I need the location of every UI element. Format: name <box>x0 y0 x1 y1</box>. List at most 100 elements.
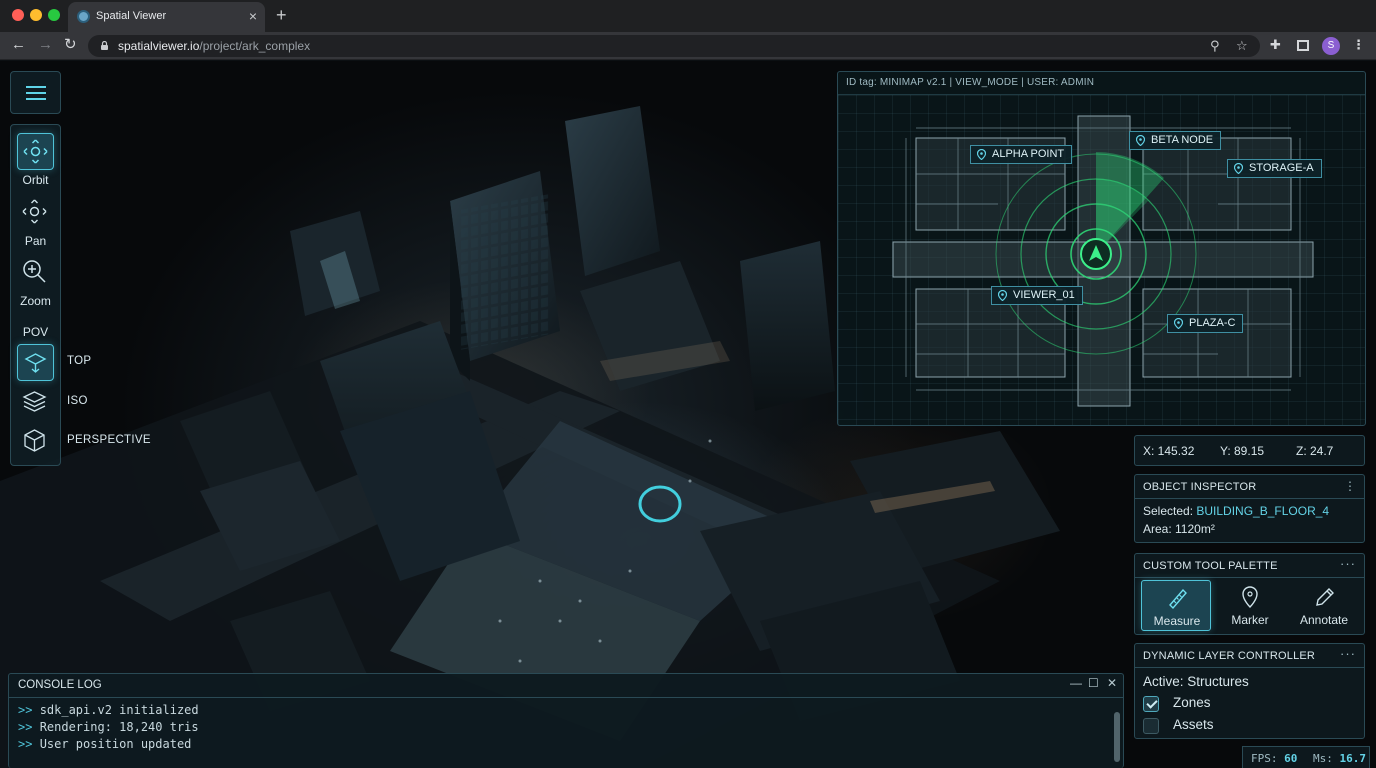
maximize-window-button[interactable] <box>48 9 60 21</box>
map-pin-icon <box>977 149 986 160</box>
marker-tool-button[interactable]: Marker <box>1215 580 1285 631</box>
console-log-panel: CONSOLE LOG — ☐ ✕ >> sdk_api.v2 initiali… <box>8 673 1124 768</box>
layers-icon <box>22 391 47 412</box>
console-maximize-icon[interactable]: ☐ <box>1088 676 1099 690</box>
annotate-label: Annotate <box>1299 613 1349 627</box>
coord-y: Y: 89.15 <box>1220 444 1265 458</box>
palette-more-icon[interactable]: ··· <box>1340 556 1356 571</box>
object-inspector-panel: OBJECT INSPECTOR ⋮ Selected: BUILDING_B_… <box>1134 474 1365 543</box>
layers-title: DYNAMIC LAYER CONTROLLER <box>1143 650 1316 662</box>
cube-icon <box>24 429 45 452</box>
orbit-tool-label: Orbit <box>22 173 49 187</box>
zoom-tool-label: Zoom <box>20 294 51 308</box>
console-line-text: sdk_api.v2 initialized <box>39 703 199 717</box>
minimap-marker-beta-node[interactable]: BETA NODE <box>1129 131 1222 150</box>
perspective-view-button[interactable] <box>17 423 54 460</box>
browser-toolbar: ← → ↻ spatialviewer.io/project/ark_compl… <box>0 32 1376 60</box>
console-line: >> User position updated <box>18 736 199 753</box>
map-pin-icon <box>998 290 1007 301</box>
bookmark-star-icon[interactable]: ☆ <box>1236 38 1248 54</box>
fps-label: FPS: <box>1251 752 1278 765</box>
selected-object-value: BUILDING_B_FLOOR_4 <box>1196 504 1330 518</box>
browser-tab-bar: Spatial Viewer × + <box>0 0 1376 32</box>
minimap-marker-viewer-01[interactable]: VIEWER_01 <box>991 286 1083 305</box>
pov-top-label[interactable]: TOP <box>67 355 91 367</box>
console-minimize-icon[interactable]: — <box>1070 676 1082 690</box>
minimap-marker-storage-a[interactable]: STORAGE-A <box>1227 159 1322 178</box>
inspector-menu-icon[interactable]: ⋮ <box>1344 479 1356 493</box>
reload-icon[interactable]: ↻ <box>64 36 77 54</box>
pencil-icon <box>1316 588 1334 606</box>
console-line: >> Rendering: 18,240 tris <box>18 719 199 736</box>
divider <box>1135 667 1364 668</box>
side-panel-icon[interactable] <box>1297 40 1309 51</box>
measure-tool-button[interactable]: Measure <box>1141 580 1211 631</box>
top-view-icon <box>24 353 47 373</box>
minimap-floorplan <box>892 115 1314 407</box>
top-view-button[interactable] <box>17 344 54 381</box>
inspector-selected-row: Selected: BUILDING_B_FLOOR_4 <box>1143 504 1329 518</box>
ruler-icon <box>1169 588 1187 610</box>
console-prompt: >> <box>18 703 33 717</box>
annotate-tool-button[interactable]: Annotate <box>1289 580 1359 631</box>
iso-view-button[interactable] <box>17 384 54 421</box>
map-pin-icon <box>1242 586 1258 608</box>
assets-checkbox[interactable] <box>1143 718 1159 734</box>
zoom-lens-icon[interactable]: ⚲ <box>1210 38 1220 54</box>
zones-checkbox[interactable] <box>1143 696 1159 712</box>
new-tab-button[interactable]: + <box>276 4 287 26</box>
main-menu-button[interactable] <box>10 71 61 114</box>
coord-z: Z: 24.7 <box>1296 444 1334 458</box>
pan-tool-label: Pan <box>24 234 47 248</box>
custom-tool-palette-panel: CUSTOM TOOL PALETTE ··· Measure Marker A… <box>1134 553 1365 635</box>
fps-value: 60 <box>1284 752 1298 765</box>
marker-label: Marker <box>1231 613 1269 627</box>
minimap-marker-plaza-c[interactable]: PLAZA-C <box>1167 314 1244 333</box>
console-line-text: Rendering: 18,240 tris <box>39 720 199 734</box>
browser-tab[interactable]: Spatial Viewer × <box>68 2 265 32</box>
divider <box>1135 498 1364 499</box>
navigation-tool-rail: Orbit Pan Zoom POV <box>10 124 61 466</box>
pan-tool-button[interactable] <box>17 194 54 231</box>
back-arrow-icon[interactable]: ← <box>11 36 26 54</box>
pov-iso-label[interactable]: ISO <box>67 395 88 407</box>
zoom-icon <box>23 260 46 283</box>
ms-value: 16.7 <box>1339 752 1367 765</box>
close-window-button[interactable] <box>12 9 24 21</box>
url-host: spatialviewer.io <box>118 39 200 53</box>
extensions-puzzle-icon[interactable]: ✚ <box>1270 37 1281 53</box>
console-close-icon[interactable]: ✕ <box>1107 676 1117 690</box>
measure-label: Measure <box>1153 614 1201 628</box>
address-bar[interactable]: spatialviewer.io/project/ark_complex ⚲ ☆ <box>88 35 1260 57</box>
kebab-menu-icon[interactable]: ⋮ <box>1352 37 1365 53</box>
minimap-marker-alpha-point[interactable]: ALPHA POINT <box>970 145 1073 164</box>
tab-close-icon[interactable]: × <box>249 7 257 25</box>
map-pin-icon <box>1174 318 1183 329</box>
selected-label: Selected: <box>1143 504 1197 518</box>
performance-stats: FPS: 60 Ms: 16.7 <box>1242 746 1370 768</box>
minimap-header: ID tag: MINIMAP v2.1 | VIEW_MODE | USER:… <box>846 77 1095 88</box>
inspector-area: Area: 1120m² <box>1143 522 1215 536</box>
ms-label: Ms: <box>1313 752 1333 765</box>
divider <box>1135 577 1364 578</box>
pov-perspective-label[interactable]: PERSPECTIVE <box>67 434 151 446</box>
minimize-window-button[interactable] <box>30 9 42 21</box>
marker-label: VIEWER_01 <box>1013 289 1075 301</box>
console-prompt: >> <box>18 737 33 751</box>
orbit-icon <box>23 139 48 164</box>
profile-avatar[interactable]: S <box>1322 37 1340 55</box>
url-text: spatialviewer.io/project/ark_complex <box>118 39 310 53</box>
minimap-panel[interactable]: ID tag: MINIMAP v2.1 | VIEW_MODE | USER:… <box>837 71 1366 426</box>
lock-icon <box>101 41 108 50</box>
layers-more-icon[interactable]: ··· <box>1340 646 1356 661</box>
zoom-tool-button[interactable] <box>17 254 54 291</box>
console-line: >> sdk_api.v2 initialized <box>18 702 199 719</box>
orbit-tool-button[interactable] <box>17 133 54 170</box>
fps-readout: FPS: 60 <box>1251 752 1297 765</box>
dynamic-layer-controller-panel: DYNAMIC LAYER CONTROLLER ··· Active: Str… <box>1134 643 1365 739</box>
forward-arrow-icon[interactable]: → <box>38 36 53 54</box>
map-pin-icon <box>1136 135 1145 146</box>
console-scrollbar[interactable] <box>1114 712 1120 762</box>
palette-title: CUSTOM TOOL PALETTE <box>1143 560 1278 572</box>
marker-label: BETA NODE <box>1151 134 1214 146</box>
